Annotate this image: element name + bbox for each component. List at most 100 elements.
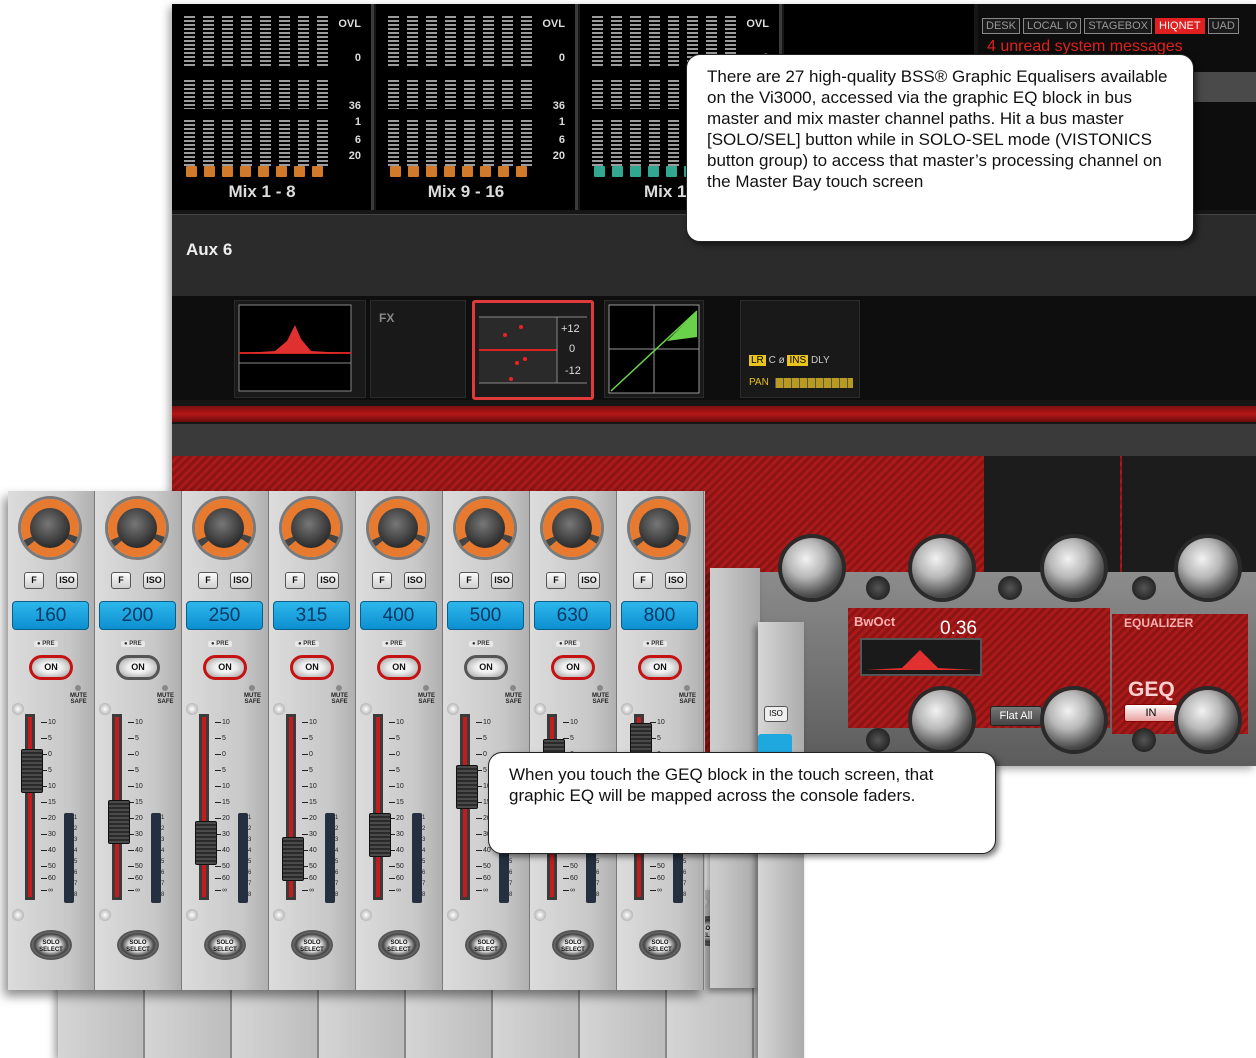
f-button[interactable]: F [285,572,305,589]
system-tab-stagebox[interactable]: STAGEBOX [1084,18,1153,34]
pre-button[interactable]: ● PRE [121,641,145,647]
vca-led-column [238,813,248,903]
f-button[interactable]: F [459,572,479,589]
rotary-knob-2[interactable] [912,538,972,598]
f-button[interactable]: F [372,572,392,589]
f-button[interactable]: F [633,572,653,589]
rotary-encoder[interactable] [21,499,79,557]
iso-button[interactable]: ISO [143,572,165,589]
frequency-display: 630 [534,601,611,630]
scale-mark: 10 [215,719,230,726]
iso-button[interactable]: ISO [491,572,513,589]
fader-cap[interactable] [456,765,478,809]
on-button[interactable]: ON [377,655,421,680]
rotary-encoder[interactable] [195,499,253,557]
fader-cap[interactable] [282,837,304,881]
fader-cap[interactable] [369,813,391,857]
solo-select-button[interactable]: SOLO SELECT [117,930,159,960]
fader-cap[interactable] [195,821,217,865]
rotary-knob-7[interactable] [1178,690,1238,750]
solo-select-button[interactable]: SOLO SELECT [465,930,507,960]
scale-mark: 5 [389,767,400,774]
geq-block[interactable]: +12 0 -12 [472,300,594,400]
rotary-knob-3[interactable] [1044,538,1104,598]
scale-mark: 50 [389,863,404,870]
on-button[interactable]: ON [116,655,160,680]
pre-button[interactable]: ● PRE [469,641,493,647]
meter-lamp [240,166,251,177]
iso-button[interactable]: ISO [404,572,426,589]
channel-strip-315: F ISO 315 ● PRE ON MUTE SAFE 10 5 0 5 10 15 20 30 40 50 6… [269,491,356,990]
scale-mark: 10 [389,783,404,790]
f-button[interactable]: F [24,572,44,589]
pre-button[interactable]: ● PRE [34,641,58,647]
f-button[interactable]: F [546,572,566,589]
rotary-knob-4[interactable] [1178,538,1238,598]
rotary-encoder[interactable] [282,499,340,557]
on-button[interactable]: ON [638,655,682,680]
iso-button[interactable]: ISO [665,572,687,589]
rotary-encoder[interactable] [369,499,427,557]
on-button[interactable]: ON [29,655,73,680]
dynamics-block[interactable] [604,300,704,398]
dynamics-curve [608,304,700,394]
pre-button[interactable]: ● PRE [556,641,580,647]
fader-screw-bottom [186,909,198,921]
meter-lamp [276,166,287,177]
system-tab-hiqnet[interactable]: HIQNET [1155,18,1205,34]
on-button[interactable]: ON [551,655,595,680]
fx-block[interactable]: FX [370,300,466,398]
pre-button[interactable]: ● PRE [382,641,406,647]
system-tab-uad[interactable]: UAD [1207,18,1239,34]
scale-mark: 15 [128,799,143,806]
solo-select-button[interactable]: SOLO SELECT [552,930,594,960]
rotary-knob-bwoct[interactable] [912,690,972,750]
meter-group-1[interactable]: OVL 0 36 1 6 20 Mix 1 - 8 [172,4,374,210]
meter-lamp [186,166,197,177]
system-tab-local-io[interactable]: LOCAL IO [1022,18,1082,34]
solo-select-button[interactable]: SOLO SELECT [204,930,246,960]
routing-block[interactable]: LR C ø INS DLY PAN [740,300,860,398]
geq-in-button[interactable]: IN [1124,704,1178,722]
iso-button[interactable]: ISO [317,572,339,589]
rotary-encoder[interactable] [456,499,514,557]
rotary-encoder[interactable] [108,499,166,557]
scale-mark: ∞ [389,887,401,894]
iso-button[interactable]: ISO [230,572,252,589]
on-button[interactable]: ON [290,655,334,680]
peq-block[interactable] [234,300,366,398]
solo-select-button[interactable]: SOLO SELECT [291,930,333,960]
flat-all-button[interactable]: Flat All [990,706,1042,726]
rear-iso-button[interactable]: ISO [764,706,788,722]
fader-cap[interactable] [21,749,43,793]
iso-button[interactable]: ISO [56,572,78,589]
f-button[interactable]: F [111,572,131,589]
scale-mark: 30 [302,831,317,838]
vca-led-column [412,813,422,903]
pan-meter[interactable] [775,378,853,388]
on-button[interactable]: ON [464,655,508,680]
rotary-knob-1[interactable] [782,538,842,598]
rotary-encoder[interactable] [543,499,601,557]
scale-mark: 15 [41,799,56,806]
pre-button[interactable]: ● PRE [295,641,319,647]
solo-select-button[interactable]: SOLO SELECT [378,930,420,960]
meter-group-2[interactable]: OVL 0 36 1 6 20 Mix 9 - 16 [376,4,578,210]
pre-button[interactable]: ● PRE [643,641,667,647]
f-button[interactable]: F [198,572,218,589]
pre-button[interactable]: ● PRE [208,641,232,647]
rotary-encoder[interactable] [630,499,688,557]
solo-select-button[interactable]: SOLO SELECT [30,930,72,960]
system-tab-desk[interactable]: DESK [982,18,1020,34]
solo-select-button[interactable]: SOLO SELECT [639,930,681,960]
on-button[interactable]: ON [203,655,247,680]
fader-screw-top [273,703,285,715]
scale-mark: 20 [41,815,56,822]
scale-mark: 60 [41,875,56,882]
rotary-knob-6[interactable] [1044,690,1104,750]
meter-lamp [408,166,419,177]
fader-scale: 1050510152030405060∞ [128,717,148,897]
iso-button[interactable]: ISO [578,572,600,589]
meter-lamp [294,166,305,177]
fader-cap[interactable] [108,800,130,845]
